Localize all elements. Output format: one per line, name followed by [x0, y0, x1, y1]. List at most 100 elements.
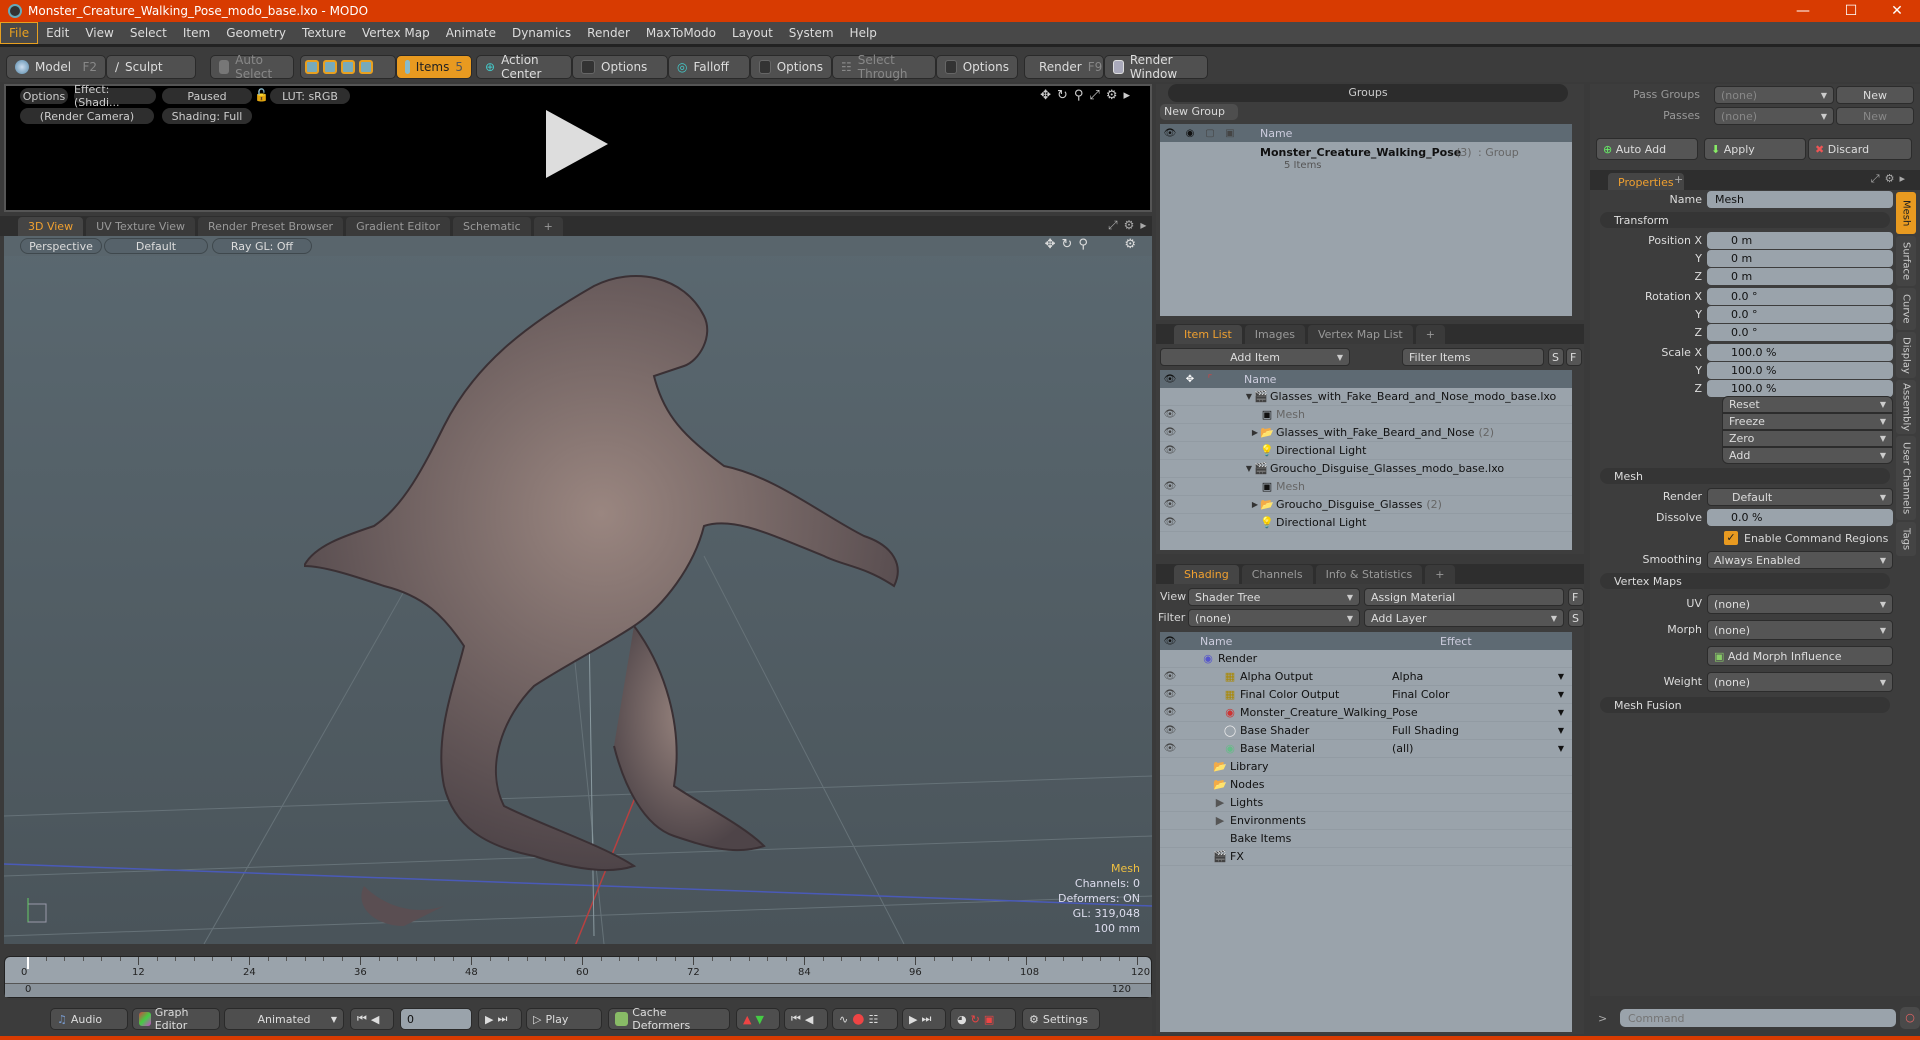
filter-dropdown[interactable]: (none) ▼ — [1188, 609, 1360, 627]
eye-icon[interactable]: 👁 — [1160, 481, 1180, 492]
maximize-icon[interactable]: ⤢ — [1108, 218, 1124, 232]
shader-item-effect[interactable]: (all) — [1392, 742, 1413, 755]
play-icon[interactable] — [546, 110, 608, 178]
preview-nav-icons[interactable]: ✥↻⚲⤢⚙▸ — [1040, 88, 1136, 103]
freeze-dropdown[interactable]: Freeze ▼ — [1722, 413, 1893, 430]
side-tab-display[interactable]: Display — [1896, 332, 1916, 378]
timeline[interactable]: 0 12 24 36 48 60 72 84 96 108 120 0 120 — [4, 956, 1152, 998]
lut-dropdown[interactable]: LUT: sRGB — [270, 88, 350, 104]
eye-icon[interactable]: 👁 — [1160, 725, 1180, 736]
gear-icon[interactable]: ⚙ — [1885, 172, 1900, 185]
s-button[interactable]: S — [1548, 348, 1564, 366]
rot-z-input[interactable]: 0.0 ° — [1707, 324, 1893, 341]
eye-icon[interactable]: 👁 — [1160, 743, 1180, 754]
rotate-icon[interactable]: ↻ — [1062, 237, 1079, 252]
shader-item-effect[interactable]: Final Color — [1392, 688, 1450, 701]
eye-icon[interactable]: 👁 — [1160, 427, 1180, 438]
rot-y-input[interactable]: 0.0 ° — [1707, 306, 1893, 323]
chevron-down-icon[interactable]: ▼ — [1558, 726, 1564, 735]
tab-schematic[interactable]: Schematic — [453, 217, 531, 236]
eye-icon[interactable]: 👁 — [1160, 707, 1180, 718]
tab-uv-texture-view[interactable]: UV Texture View — [86, 217, 196, 236]
shader-tree-row[interactable]: 👁 ◯ Base Shader Full Shading ▼ — [1160, 722, 1572, 740]
cache-deformers-button[interactable]: Cache Deformers — [608, 1006, 730, 1032]
move-icon[interactable]: ✥ — [1180, 374, 1200, 385]
shader-tree-row[interactable]: 📂 Library — [1160, 758, 1572, 776]
weight-dropdown[interactable]: (none) ▼ — [1707, 672, 1893, 692]
arrow-right-icon[interactable]: ▸ — [1140, 218, 1152, 232]
name-input[interactable]: Mesh — [1707, 191, 1893, 208]
move-icon[interactable]: ✥ — [1040, 88, 1057, 103]
vertices-mode-icon[interactable] — [305, 60, 319, 74]
menu-render[interactable]: Render — [579, 23, 638, 43]
3d-viewport[interactable]: Perspective Default Ray GL: Off ✥↻⚲ ⚙ Me… — [4, 236, 1152, 944]
select-through-button[interactable]: ☷ Select Through — [832, 53, 936, 81]
rotate-icon[interactable]: ↻ — [1057, 88, 1074, 103]
eye-icon[interactable]: 👁 — [1160, 671, 1180, 682]
tab-gradient-editor[interactable]: Gradient Editor — [346, 217, 450, 236]
graph-editor-button[interactable]: Graph Editor — [132, 1006, 220, 1032]
side-tab-tags[interactable]: Tags — [1896, 522, 1916, 556]
shader-tree-row[interactable]: ▶ Environments — [1160, 812, 1572, 830]
morph-dropdown[interactable]: (none) ▼ — [1707, 620, 1893, 640]
menu-edit[interactable]: Edit — [38, 23, 77, 43]
tab-info-statistics[interactable]: Info & Statistics — [1315, 565, 1423, 584]
tab-vertex-map-list[interactable]: Vertex Map List — [1307, 325, 1413, 344]
record-macro-icon[interactable]: ○ — [1900, 1007, 1920, 1029]
shader-tree-row[interactable]: 👁 ▦ Final Color Output Final Color ▼ — [1160, 686, 1572, 704]
s-button[interactable]: S — [1568, 609, 1584, 627]
gear-icon[interactable]: ⚙ — [1124, 237, 1142, 252]
menu-maxtomodo[interactable]: MaxToModo — [638, 23, 724, 43]
action-center-button[interactable]: ⊕ Action Center — [476, 53, 572, 81]
move-icon[interactable]: ✥ — [1045, 237, 1062, 252]
chevron-down-icon[interactable]: ▼ — [1558, 744, 1564, 753]
transform-section[interactable]: Transform — [1600, 212, 1890, 228]
curve-key-icon[interactable]: ∿ — [839, 1013, 848, 1026]
list-item[interactable]: 👁 ▶ 📂 Glasses_with_Fake_Beard_and_Nose (2) — [1160, 424, 1572, 442]
range-bar[interactable]: 0 120 — [5, 983, 1151, 997]
scale-z-input[interactable]: 100.0 % — [1707, 380, 1893, 397]
raygl-dropdown[interactable]: Ray GL: Off — [212, 238, 312, 254]
eye-icon[interactable]: 👁 — [1160, 689, 1180, 700]
arrow-right-icon[interactable]: ▸ — [1123, 88, 1136, 103]
menu-layout[interactable]: Layout — [724, 23, 781, 43]
eye-icon[interactable]: 👁 — [1160, 517, 1180, 528]
tab--[interactable]: + — [533, 217, 563, 236]
cube-outline-icon[interactable]: ▢ — [1200, 128, 1220, 139]
rot-x-input[interactable]: 0.0 ° — [1707, 288, 1893, 305]
tab--[interactable]: + — [1415, 325, 1445, 344]
mesh-fusion-section[interactable]: Mesh Fusion — [1600, 697, 1890, 713]
auto-add-button[interactable]: ⊕ Auto Add — [1596, 138, 1698, 160]
f-button[interactable]: F — [1568, 588, 1584, 606]
command-input[interactable] — [1620, 1009, 1896, 1027]
add-item-dropdown[interactable]: Add Item ▼ — [1160, 348, 1350, 366]
vertex-maps-section[interactable]: Vertex Maps — [1600, 573, 1890, 589]
eye-icon[interactable]: 👁 — [1160, 128, 1180, 139]
close-button[interactable]: ✕ — [1874, 0, 1920, 22]
minimize-button[interactable]: — — [1780, 0, 1826, 22]
shader-tree-row[interactable]: ◉ Render — [1160, 650, 1572, 668]
key-rotate-icon[interactable]: ↻ — [971, 1013, 980, 1026]
chevron-down-icon[interactable]: ▼ — [1558, 708, 1564, 717]
passes-dropdown[interactable]: (none) ▼ — [1714, 107, 1834, 125]
shader-tree-row[interactable]: 📂 Nodes — [1160, 776, 1572, 794]
new-pass-group-button[interactable]: New — [1836, 86, 1914, 104]
lock-icon[interactable]: 🔓 — [254, 88, 269, 102]
expand-arrow-icon[interactable]: ▼ — [1236, 464, 1252, 473]
falloff-options-button[interactable]: Options — [750, 55, 832, 79]
list-item[interactable]: ▼ 🎬 Glasses_with_Fake_Beard_and_Nose_modo_… — [1160, 388, 1572, 406]
frame-input[interactable]: 0 — [400, 1008, 472, 1030]
zoom-icon[interactable]: ⚲ — [1078, 237, 1094, 252]
apply-button[interactable]: ⬇ Apply — [1704, 138, 1806, 160]
playhead[interactable] — [27, 957, 29, 969]
list-item[interactable]: 👁 ▣ Mesh — [1160, 478, 1572, 496]
dissolve-input[interactable]: 0.0 % — [1707, 509, 1893, 526]
record-icon[interactable]: ● — [852, 1011, 864, 1027]
tab-channels[interactable]: Channels — [1241, 565, 1313, 584]
polygons-mode-icon[interactable] — [341, 60, 355, 74]
scale-x-input[interactable]: 100.0 % — [1707, 344, 1893, 361]
gear-icon[interactable]: ⚙ — [1124, 218, 1141, 232]
cube-icon[interactable]: ▣ — [1220, 128, 1240, 139]
chevron-down-icon[interactable]: ▼ — [1558, 672, 1564, 681]
camera-dropdown[interactable]: (Render Camera) — [20, 108, 154, 124]
